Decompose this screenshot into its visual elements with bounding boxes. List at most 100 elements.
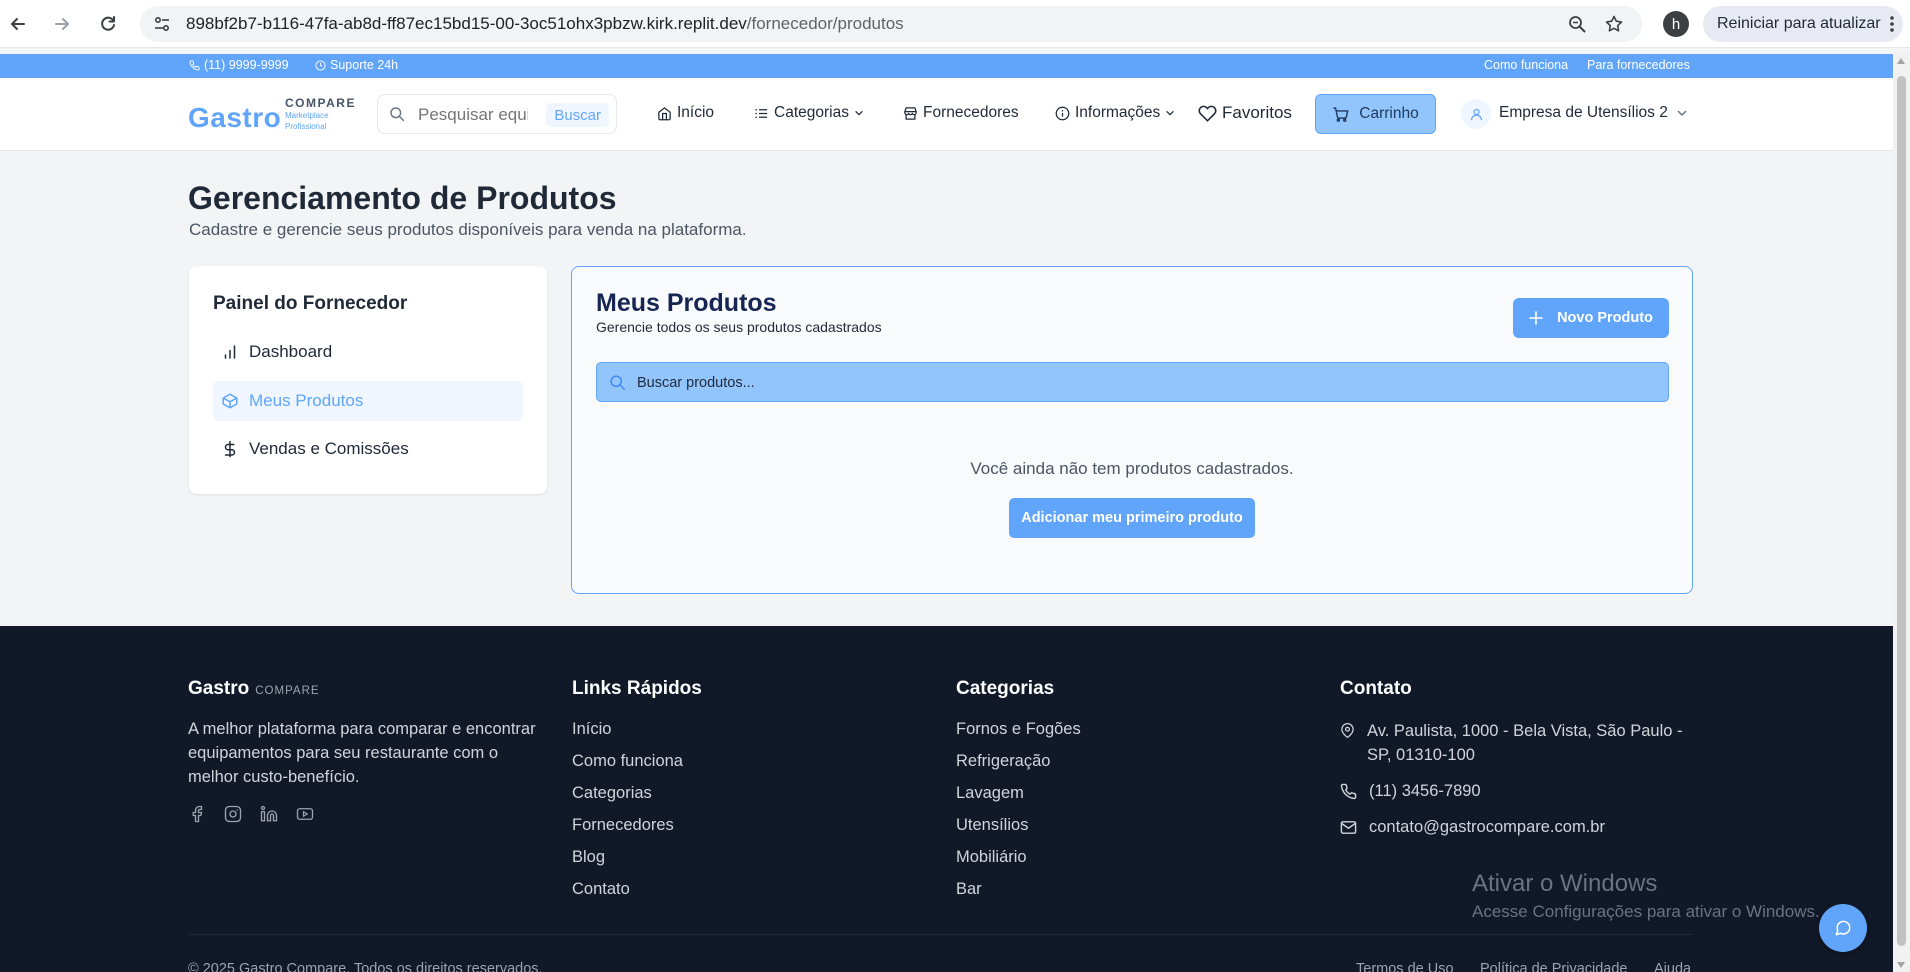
linkedin-icon[interactable] — [260, 805, 278, 823]
footer-contact-title: Contato — [1340, 678, 1412, 699]
windows-activation-title: Ativar o Windows — [1472, 870, 1658, 897]
nav-inicio-label: Início — [677, 104, 715, 121]
logo-gastro: Gastro — [188, 102, 282, 133]
sidebar-item-dashboard-label: Dashboard — [249, 342, 333, 361]
nav-favoritos-label: Favoritos — [1222, 103, 1292, 122]
footer-link-fornecedores[interactable]: Fornecedores — [572, 815, 683, 847]
footer-category-lavagem[interactable]: Lavagem — [956, 783, 1081, 815]
sidebar-item-dashboard[interactable]: Dashboard — [213, 332, 523, 372]
phone-icon — [1340, 783, 1357, 803]
url-path: /fornecedor/produtos — [746, 14, 904, 33]
chat-bubble-icon — [1834, 919, 1852, 937]
footer-category-refrigeracao[interactable]: Refrigeração — [956, 751, 1081, 783]
plus-icon — [1529, 311, 1543, 325]
page-title: Gerenciamento de Produtos — [188, 180, 617, 216]
products-panel: Meus Produtos Gerencie todos os seus pro… — [571, 266, 1693, 594]
map-pin-icon — [1340, 723, 1355, 767]
windows-activation-watermark: Ativar o Windows Acesse Configurações pa… — [1472, 870, 1820, 922]
footer-category-mobiliario[interactable]: Mobiliário — [956, 847, 1081, 879]
footer-link-contato[interactable]: Contato — [572, 879, 683, 911]
footer-categories: Fornos e Fogões Refrigeração Lavagem Ute… — [956, 719, 1081, 911]
footer-terms-link[interactable]: Termos de Uso — [1356, 961, 1454, 972]
bookmark-star-icon[interactable] — [1604, 14, 1624, 34]
footer-phone-text: (11) 3456-7890 — [1369, 782, 1481, 800]
chevron-down-icon — [854, 108, 864, 118]
new-product-label: Novo Produto — [1557, 310, 1653, 326]
top-support: Suporte 24h — [315, 58, 398, 72]
footer-link-inicio[interactable]: Início — [572, 719, 683, 751]
cart-icon — [1332, 106, 1349, 123]
header-search-button[interactable]: Buscar — [546, 103, 609, 127]
chevron-down-icon — [1676, 107, 1688, 119]
site-header: Gastro COMPARE Marketplace Profissional … — [0, 78, 1893, 151]
logo-compare: COMPARE — [285, 96, 356, 110]
nav-fornecedores[interactable]: Fornecedores — [903, 104, 1019, 122]
sidebar-item-vendas[interactable]: Vendas e Comissões — [213, 429, 523, 469]
footer-phone: (11) 3456-7890 — [1340, 779, 1481, 803]
product-search — [596, 362, 1669, 402]
search-icon — [389, 106, 405, 122]
how-it-works-link[interactable]: Como funciona — [1484, 58, 1568, 72]
add-first-product-label: Adicionar meu primeiro produto — [1021, 510, 1243, 526]
scroll-up-arrow-icon[interactable] — [1897, 58, 1905, 64]
footer-logo-gastro: Gastro — [188, 678, 250, 699]
for-suppliers-link[interactable]: Para fornecedores — [1587, 58, 1690, 72]
footer-copyright: © 2025 Gastro Compare. Todos os direitos… — [188, 961, 543, 972]
footer-category-bar[interactable]: Bar — [956, 879, 1081, 911]
url-text: 898bf2b7-b116-47fa-ab8d-ff87ec15bd15-00-… — [186, 14, 904, 34]
scroll-thumb[interactable] — [1897, 76, 1906, 946]
add-first-product-button[interactable]: Adicionar meu primeiro produto — [1009, 498, 1255, 538]
footer-category-utensilios[interactable]: Utensílios — [956, 815, 1081, 847]
nav-categorias[interactable]: Categorias — [754, 104, 864, 122]
info-icon — [1055, 106, 1070, 121]
footer-address-text: Av. Paulista, 1000 - Bela Vista, São Pau… — [1367, 722, 1683, 764]
site-settings-icon[interactable] — [152, 14, 172, 34]
footer-link-como-funciona[interactable]: Como funciona — [572, 751, 683, 783]
footer-email-text[interactable]: contato@gastrocompare.com.br — [1369, 815, 1605, 839]
browser-profile-avatar[interactable]: h — [1663, 11, 1689, 37]
reload-icon[interactable] — [96, 12, 120, 36]
profile-initial: h — [1671, 15, 1681, 33]
back-arrow-icon[interactable] — [6, 12, 30, 36]
footer-quick-links-title: Links Rápidos — [572, 678, 702, 699]
windows-activation-subtitle: Acesse Configurações para ativar o Windo… — [1472, 902, 1820, 921]
how-it-works-label: Como funciona — [1484, 58, 1569, 72]
supplier-sidebar: Painel do Fornecedor Dashboard Meus Prod… — [189, 266, 547, 494]
page-scrollbar[interactable] — [1893, 54, 1910, 972]
new-product-button[interactable]: Novo Produto — [1513, 298, 1669, 338]
youtube-icon[interactable] — [296, 805, 314, 823]
zoom-icon[interactable] — [1567, 14, 1587, 34]
forward-arrow-icon[interactable] — [50, 12, 74, 36]
footer-category-fornos[interactable]: Fornos e Fogões — [956, 719, 1081, 751]
sidebar-item-meus-produtos-label: Meus Produtos — [249, 391, 364, 410]
empty-state-message: Você ainda não tem produtos cadastrados. — [970, 459, 1294, 478]
footer-logo[interactable]: Gastro COMPARE — [188, 678, 320, 700]
logo-tag-1: Marketplace — [285, 111, 329, 120]
user-menu[interactable]: Empresa de Utensílios 2 — [1499, 104, 1688, 122]
footer-privacy-link[interactable]: Política de Privacidade — [1480, 961, 1628, 972]
browser-menu-icon[interactable] — [1889, 14, 1895, 34]
header-search-input[interactable] — [418, 103, 528, 127]
nav-fornecedores-label: Fornecedores — [923, 104, 1019, 121]
logo-tag-2: Profissional — [285, 122, 327, 131]
url-host: 898bf2b7-b116-47fa-ab8d-ff87ec15bd15-00-… — [186, 14, 747, 33]
restart-to-update-button[interactable]: Reiniciar para atualizar — [1703, 6, 1903, 42]
footer-help-link[interactable]: Ajuda — [1654, 961, 1691, 972]
footer-description: A melhor plataforma para comparar e enco… — [188, 720, 536, 786]
instagram-icon[interactable] — [224, 805, 242, 823]
user-avatar[interactable] — [1461, 99, 1491, 129]
nav-inicio[interactable]: Início — [657, 104, 714, 122]
product-search-input[interactable] — [637, 371, 1237, 395]
footer-link-blog[interactable]: Blog — [572, 847, 683, 879]
chat-button[interactable] — [1819, 904, 1867, 952]
address-bar[interactable]: 898bf2b7-b116-47fa-ab8d-ff87ec15bd15-00-… — [140, 6, 1642, 42]
scroll-down-arrow-icon[interactable] — [1897, 962, 1905, 968]
sidebar-item-meus-produtos[interactable]: Meus Produtos — [213, 381, 523, 421]
cart-button[interactable]: Carrinho — [1315, 94, 1436, 134]
nav-favoritos[interactable]: Favoritos — [1198, 103, 1292, 123]
facebook-icon[interactable] — [188, 805, 206, 823]
search-icon — [609, 374, 626, 391]
nav-informacoes[interactable]: Informações — [1055, 104, 1175, 122]
footer-link-categorias[interactable]: Categorias — [572, 783, 683, 815]
products-title: Meus Produtos — [596, 289, 777, 317]
